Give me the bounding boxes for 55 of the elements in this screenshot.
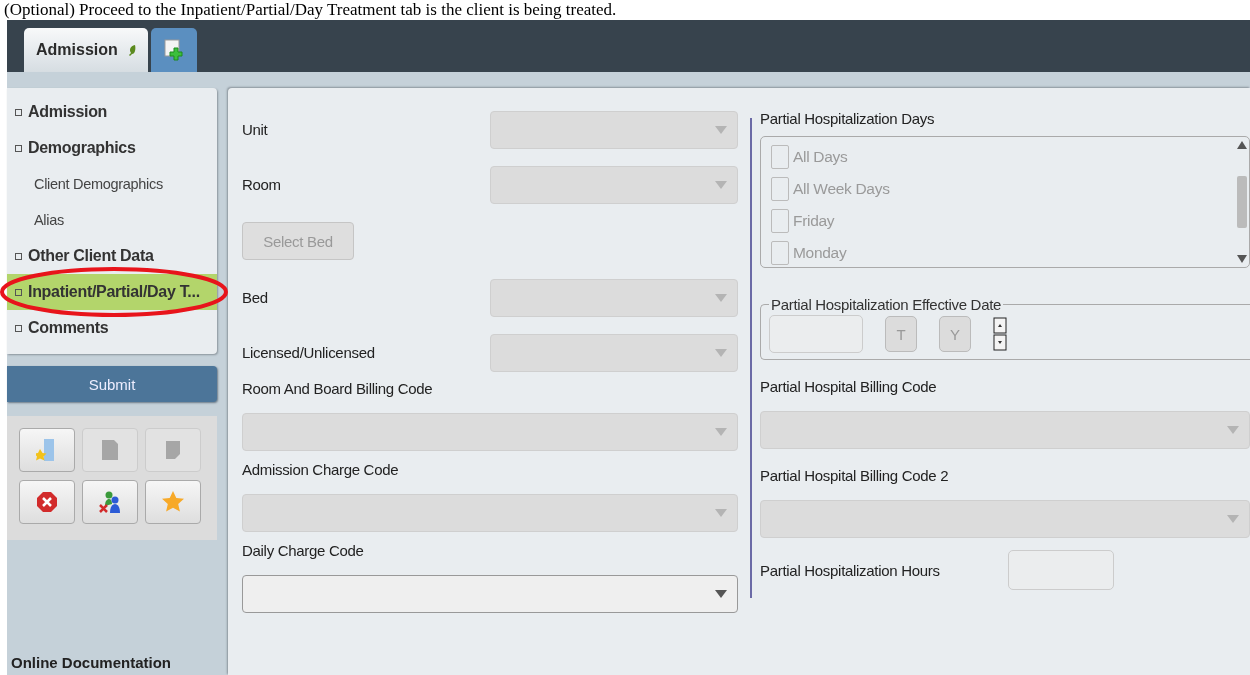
checkbox-label: All Week Days xyxy=(793,180,890,198)
checkbox[interactable] xyxy=(771,241,789,265)
field-label: Licensed/Unlicensed xyxy=(242,344,376,361)
star-icon xyxy=(161,490,185,514)
dropdown-caret-icon xyxy=(715,348,727,357)
field-label: Partial Hospitalization Hours xyxy=(760,561,941,579)
dropdown-caret-icon xyxy=(715,590,727,598)
field-label: Partial Hospital Billing Code 2 xyxy=(760,467,950,484)
scroll-up-icon[interactable] xyxy=(1237,141,1247,149)
dropdown-caret-icon xyxy=(715,125,727,134)
dropdown[interactable] xyxy=(242,575,738,613)
field-label: Admission Charge Code xyxy=(242,461,400,478)
nav-item[interactable]: Admission xyxy=(7,94,217,130)
people-x-icon xyxy=(98,490,122,514)
leaf-icon xyxy=(127,44,136,56)
checkbox-label: Monday xyxy=(793,244,847,262)
scroll-down-icon[interactable] xyxy=(1237,255,1247,263)
field-label: Daily Charge Code xyxy=(242,542,365,559)
spinner-icon[interactable] xyxy=(993,317,1007,351)
add-tab[interactable] xyxy=(150,28,197,72)
nav-item[interactable]: Alias xyxy=(7,202,217,238)
field-label: Partial Hospital Billing Code xyxy=(760,378,938,395)
add-page-icon xyxy=(163,39,184,61)
tab[interactable]: Admission xyxy=(24,28,148,72)
checkbox-label: Friday xyxy=(793,212,835,230)
online-documentation-link[interactable]: Online Documentation xyxy=(11,654,217,671)
dropdown-caret-icon xyxy=(715,428,727,436)
note-icon xyxy=(165,440,181,460)
toolbar-button[interactable] xyxy=(19,480,75,524)
field-label: Unit xyxy=(242,121,269,138)
toolbar-button[interactable] xyxy=(82,480,138,524)
page-icon xyxy=(100,438,120,462)
group-legend: Partial Hospitalization Effective Date xyxy=(769,296,1004,313)
nav-item[interactable]: Comments xyxy=(7,310,217,346)
field-label: Room xyxy=(242,176,282,193)
checkbox-label: All Days xyxy=(793,148,848,166)
date-input-field[interactable] xyxy=(769,315,863,353)
submit-button[interactable]: Submit xyxy=(7,366,217,402)
field-label: Partial Hospitalization Days xyxy=(760,110,936,127)
dropdown-caret-icon xyxy=(715,509,727,517)
field-label: Bed xyxy=(242,289,269,306)
cancel-icon xyxy=(36,491,58,513)
checkbox[interactable] xyxy=(771,145,789,169)
document-caption: (Optional) Proceed to the Inpatient/Partial/Day Treatment tab is the client is being treated. xyxy=(3,0,618,20)
nav-item[interactable]: Client Demographics xyxy=(7,166,217,202)
dropdown-caret-icon xyxy=(715,180,727,189)
dropdown-caret-icon xyxy=(1227,515,1239,523)
checkbox[interactable] xyxy=(771,177,789,201)
dropdown-caret-icon xyxy=(715,293,727,302)
dropdown-caret-icon xyxy=(1227,426,1239,434)
checkbox[interactable] xyxy=(771,209,789,233)
nav-item[interactable]: Other Client Data xyxy=(7,238,217,274)
nav-item[interactable]: Inpatient/Partial/Day T... xyxy=(7,274,217,310)
nav-item[interactable]: Demographics xyxy=(7,130,217,166)
field-label: Room And Board Billing Code xyxy=(242,380,434,397)
